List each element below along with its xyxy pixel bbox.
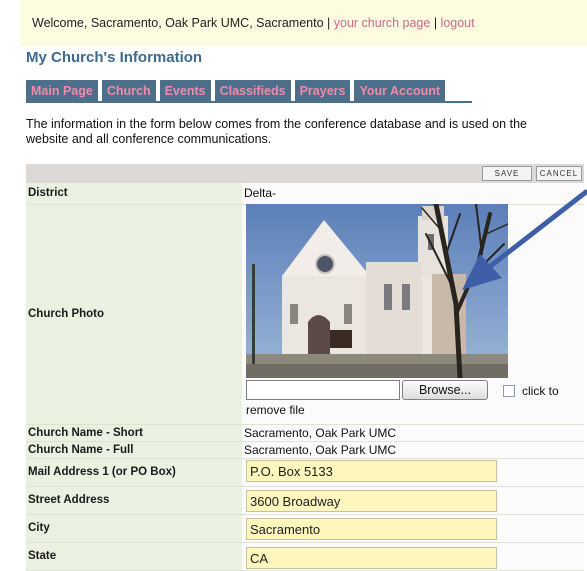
intro-text: The information in the form below comes … [26, 117, 527, 146]
district-label: District [26, 183, 242, 205]
city-input[interactable] [246, 518, 497, 540]
city-label: City [26, 514, 242, 543]
welcome-bar: Welcome, Sacramento, Oak Park UMC, Sacra… [20, 0, 587, 46]
church-name-full-value: Sacramento, Oak Park UMC [242, 441, 584, 459]
state-input[interactable] [246, 547, 497, 569]
separator: | [323, 16, 334, 30]
tab-underline [26, 101, 472, 103]
remove-file-label-part1: click to [522, 384, 559, 398]
remove-file-label-part2: remove file [246, 403, 305, 417]
tab-church[interactable]: Church [101, 80, 156, 102]
mail-address-input[interactable] [246, 460, 497, 482]
page-title: My Church's Information [26, 49, 203, 66]
save-button[interactable]: SAVE [482, 166, 532, 181]
row-church-name-short: Church Name - Short Sacramento, Oak Park… [26, 424, 584, 442]
tab-bar: Main Page Church Events Classifieds Pray… [26, 80, 446, 102]
tab-your-account[interactable]: Your Account [354, 80, 446, 102]
tab-events[interactable]: Events [159, 80, 211, 102]
church-page-link[interactable]: your church page [334, 16, 431, 30]
tab-main-page[interactable]: Main Page [26, 80, 98, 102]
cancel-button[interactable]: CANCEL [536, 166, 582, 181]
separator: | [430, 16, 441, 30]
row-church-name-full: Church Name - Full Sacramento, Oak Park … [26, 441, 584, 459]
street-address-input[interactable] [246, 490, 497, 512]
logout-link[interactable]: logout [441, 16, 475, 30]
church-photo-label: Church Photo [26, 204, 242, 425]
file-path-input[interactable] [246, 380, 400, 400]
tab-classifieds[interactable]: Classifieds [214, 80, 291, 102]
church-name-full-label: Church Name - Full [26, 441, 242, 459]
church-name-short-value: Sacramento, Oak Park UMC [242, 424, 584, 442]
welcome-text: Welcome, Sacramento, Oak Park UMC, Sacra… [32, 16, 324, 30]
mail-address-label: Mail Address 1 (or PO Box) [26, 458, 242, 487]
street-address-label: Street Address [26, 486, 242, 515]
church-name-short-label: Church Name - Short [26, 424, 242, 442]
tab-prayers[interactable]: Prayers [294, 80, 351, 102]
state-label: State [26, 542, 242, 571]
arrow-shaft [485, 189, 587, 271]
remove-file-checkbox[interactable] [503, 385, 515, 397]
browse-button[interactable]: Browse... [402, 380, 488, 400]
annotation-arrow [462, 189, 587, 290]
